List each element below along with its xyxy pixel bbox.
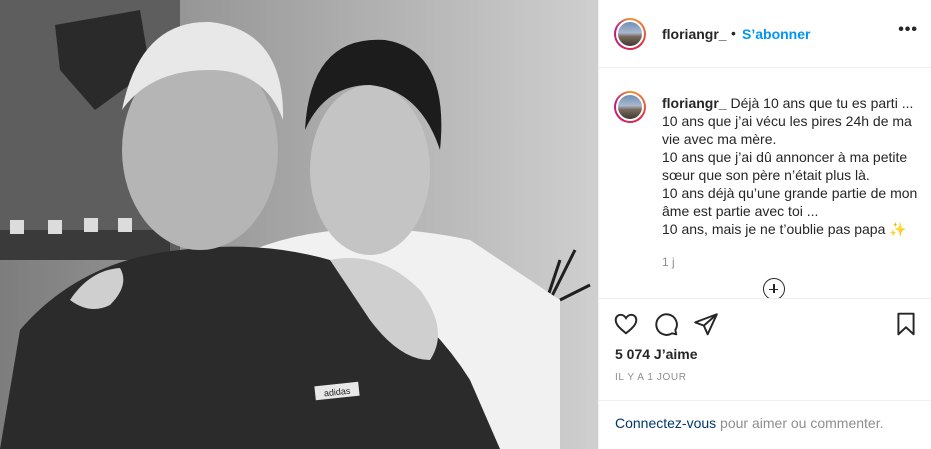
bookmark-icon[interactable] [893, 311, 919, 337]
post-header: floriangr_ • S’abonner ••• [599, 0, 931, 68]
separator-dot: • [731, 25, 736, 41]
photo-placeholder: adidas [0, 0, 598, 449]
caption: floriangr_ Déjà 10 ans que tu es parti .… [662, 94, 924, 238]
caption-time-ago[interactable]: 1 j [662, 255, 675, 269]
login-prompt: Connectez-vous pour aimer ou commenter. [599, 400, 931, 449]
plus-circle-icon[interactable] [763, 278, 785, 298]
share-icon[interactable] [693, 311, 719, 337]
login-prompt-text: pour aimer ou commenter. [716, 415, 884, 431]
post-photo[interactable]: adidas [0, 0, 598, 449]
author-avatar[interactable] [614, 18, 646, 50]
caption-username[interactable]: floriangr_ [662, 95, 727, 111]
caption-section: floriangr_ Déjà 10 ans que tu es parti .… [599, 68, 931, 298]
post-date[interactable]: il y a 1 jour [615, 372, 687, 383]
more-options-icon[interactable]: ••• [898, 22, 918, 38]
post-side-panel: floriangr_ • S’abonner ••• floriangr_ Dé… [598, 0, 931, 449]
comment-icon[interactable] [653, 311, 679, 337]
login-link[interactable]: Connectez-vous [615, 415, 716, 431]
caption-avatar[interactable] [614, 91, 646, 123]
author-username[interactable]: floriangr_ [662, 26, 727, 42]
follow-button[interactable]: S’abonner [742, 26, 810, 42]
like-count[interactable]: 5 074 J’aime [615, 346, 698, 362]
caption-text: Déjà 10 ans que tu es parti ... 10 ans q… [662, 95, 918, 237]
heart-icon[interactable] [613, 311, 639, 337]
